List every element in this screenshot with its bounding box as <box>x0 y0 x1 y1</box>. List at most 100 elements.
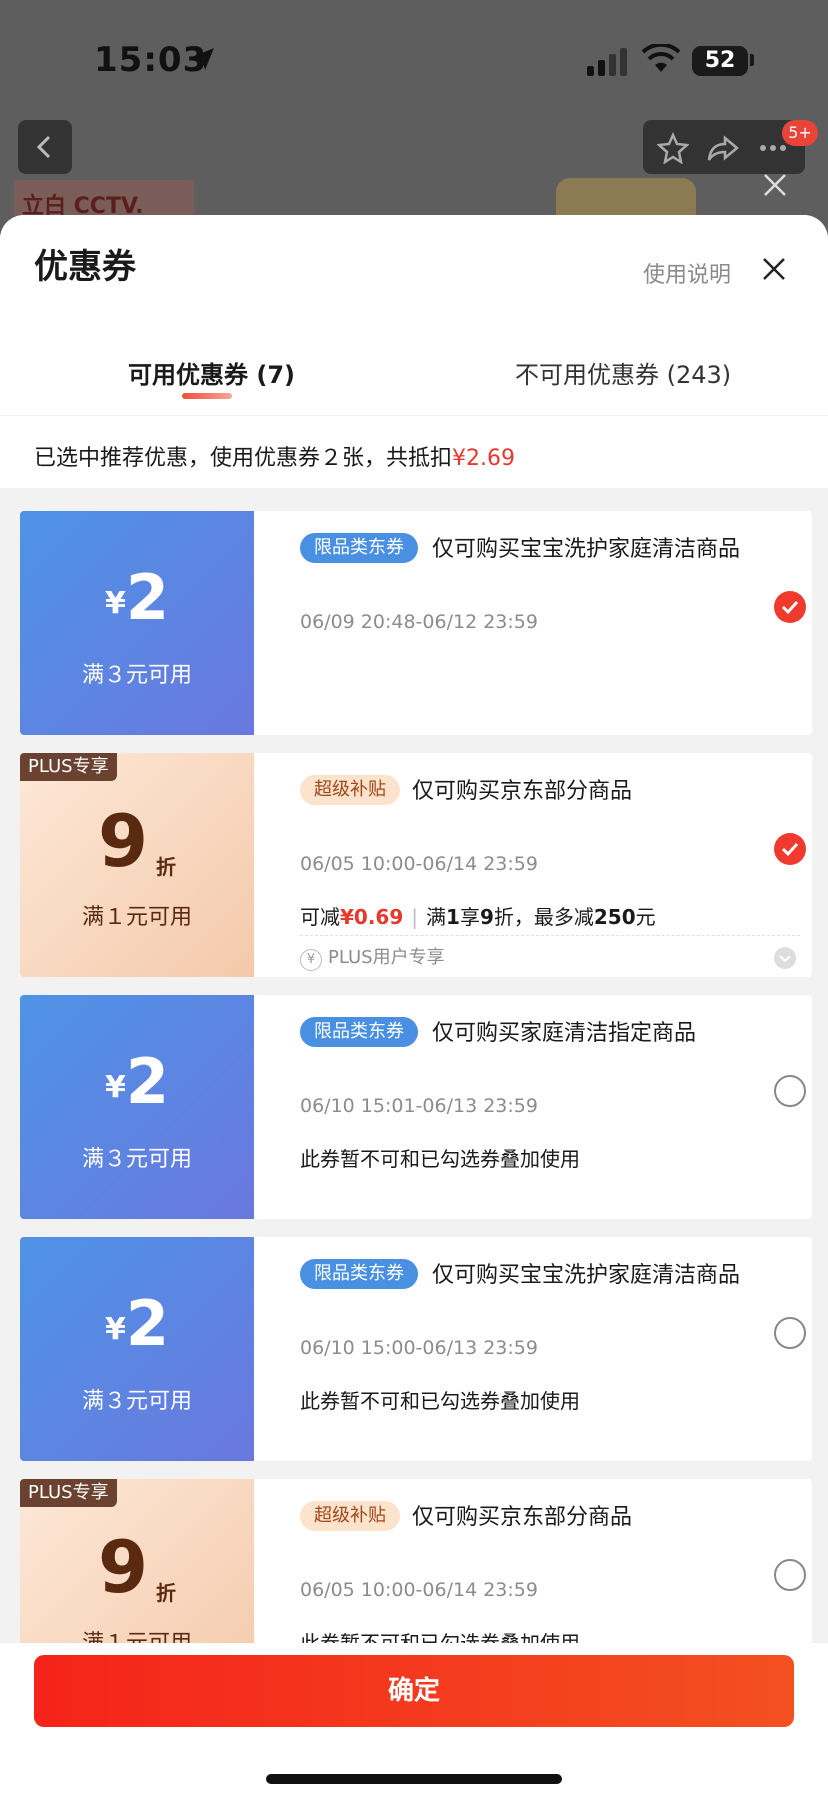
coupon-tag: 限品类东券 <box>300 1017 418 1047</box>
coupon-card[interactable]: ¥2 满３元可用 限品类东券 仅可购买宝宝洗护家庭清洁商品 06/09 20:4… <box>20 511 812 735</box>
coupon-tag: 超级补贴 <box>300 775 400 805</box>
coupon-validity: 06/05 10:00-06/14 23:59 <box>300 853 538 875</box>
coupon-value-panel: ¥2 满３元可用 <box>20 995 254 1219</box>
amount-value: 2 <box>125 1287 169 1360</box>
share-icon[interactable] <box>707 132 739 164</box>
coupon-details: 超级补贴 仅可购买京东部分商品 06/05 10:00-06/14 23:59 … <box>254 753 812 977</box>
discount-unit: 折 <box>156 1581 176 1605</box>
discount-value: 9 <box>98 1525 149 1609</box>
note-divider: | <box>411 905 419 929</box>
coupon-amount: ¥2 <box>20 1287 254 1360</box>
coupon-sheet: 优惠券 使用说明 可用优惠券 (7) 不可用优惠券 (243) 已选中推荐优惠，… <box>0 215 828 1800</box>
currency-symbol: ¥ <box>104 1312 126 1347</box>
check-icon <box>781 600 799 615</box>
coupon-checkbox-unchecked[interactable] <box>774 1075 806 1107</box>
note-prefix: 可减 <box>300 905 340 929</box>
coupon-card[interactable]: ¥2 满３元可用 限品类东券 仅可购买家庭清洁指定商品 06/10 15:01-… <box>20 995 812 1219</box>
coupon-description: 仅可购买家庭清洁指定商品 <box>432 1021 697 1046</box>
coupon-checkbox-unchecked[interactable] <box>774 1559 806 1591</box>
nav-actions <box>643 120 805 174</box>
note-part: 元 <box>635 905 656 929</box>
selection-summary: 已选中推荐优惠，使用优惠券２张，共抵扣¥2.69 <box>0 416 828 488</box>
coupon-threshold: 满３元可用 <box>81 663 192 688</box>
coupon-details: 限品类东券 仅可购买宝宝洗护家庭清洁商品 06/10 15:00-06/13 2… <box>254 1237 812 1461</box>
coupon-validity: 06/10 15:01-06/13 23:59 <box>300 1095 538 1117</box>
coupon-tag: 超级补贴 <box>300 1501 400 1531</box>
tab-available-coupons[interactable]: 可用优惠券 (7) <box>128 355 295 390</box>
coupon-description: 仅可购买宝宝洗护家庭清洁商品 <box>432 1263 741 1288</box>
coupon-description: 仅可购买京东部分商品 <box>412 779 633 804</box>
coupon-threshold: 满１元可用 <box>81 905 192 930</box>
currency-symbol: ¥ <box>104 586 126 621</box>
summary-amount: ¥2.69 <box>452 446 515 471</box>
coupon-description: 仅可购买京东部分商品 <box>412 1505 633 1530</box>
note-number: 1 <box>446 905 460 929</box>
amount-value: 2 <box>125 1045 169 1118</box>
plus-user-row: ¥ PLUS用户专享 <box>300 943 445 971</box>
expand-chevron-icon[interactable] <box>774 947 796 969</box>
coupon-threshold: 满３元可用 <box>81 1389 192 1414</box>
sheet-footer: 确定 <box>0 1643 828 1800</box>
active-tab-indicator <box>182 393 232 399</box>
coupon-value-panel: PLUS专享 9 折 满１元可用 <box>20 753 254 977</box>
discount-unit: 折 <box>156 855 176 879</box>
home-indicator <box>266 1774 562 1784</box>
divider <box>300 935 800 936</box>
coupon-details: 限品类东券 仅可购买家庭清洁指定商品 06/10 15:01-06/13 23:… <box>254 995 812 1219</box>
note-number: 250 <box>593 905 636 929</box>
check-icon <box>781 842 799 857</box>
coupon-savings-note: 可减¥0.69 | 满1享9折，最多减250元 <box>300 901 656 930</box>
status-bar: 15:03 52 <box>0 0 828 110</box>
yen-circle-icon: ¥ <box>300 949 322 971</box>
coupon-validity: 06/09 20:48-06/12 23:59 <box>300 611 538 633</box>
chevron-down-icon <box>779 955 791 963</box>
coupon-card[interactable]: ¥2 满３元可用 限品类东券 仅可购买宝宝洗护家庭清洁商品 06/10 15:0… <box>20 1237 812 1461</box>
coupon-validity: 06/05 10:00-06/14 23:59 <box>300 1579 538 1601</box>
wifi-icon <box>641 44 681 72</box>
cellular-signal-icon <box>587 48 627 76</box>
note-part: 满 <box>426 905 447 929</box>
tab-unavailable-coupons[interactable]: 不可用优惠券 (243) <box>515 355 731 390</box>
coupon-amount: ¥2 <box>20 1045 254 1118</box>
coupon-checkbox-checked[interactable] <box>774 833 806 865</box>
note-part: 折，最多减 <box>493 905 594 929</box>
coupon-value-panel: ¥2 满３元可用 <box>20 511 254 735</box>
coupon-card[interactable]: PLUS专享 9 折 满１元可用 超级补贴 仅可购买京东部分商品 06/05 1… <box>20 753 812 977</box>
currency-symbol: ¥ <box>104 1070 126 1105</box>
coupon-description: 仅可购买宝宝洗护家庭清洁商品 <box>432 537 741 562</box>
plus-user-label: PLUS用户专享 <box>328 947 445 968</box>
coupon-tag: 限品类东券 <box>300 1259 418 1289</box>
note-part: 享 <box>459 905 480 929</box>
battery-tip <box>750 54 754 66</box>
back-button[interactable] <box>18 120 72 174</box>
coupon-tag: 限品类东券 <box>300 533 418 563</box>
savings-amount: ¥0.69 <box>340 905 404 929</box>
coupon-validity: 06/10 15:00-06/13 23:59 <box>300 1337 538 1359</box>
plus-exclusive-badge: PLUS专享 <box>20 1479 117 1507</box>
usage-instructions-link[interactable]: 使用说明 <box>643 257 731 289</box>
coupon-details: 限品类东券 仅可购买宝宝洗护家庭清洁商品 06/09 20:48-06/12 2… <box>254 511 812 735</box>
coupon-value-panel: ¥2 满３元可用 <box>20 1237 254 1461</box>
scallop-edge <box>20 753 26 977</box>
close-icon[interactable] <box>762 172 788 198</box>
note-number: 9 <box>479 905 494 929</box>
notification-badge: 5+ <box>782 120 818 146</box>
coupon-note: 此券暂不可和已勾选券叠加使用 <box>300 1389 580 1413</box>
confirm-button[interactable]: 确定 <box>34 1655 794 1727</box>
coupon-checkbox-checked[interactable] <box>774 591 806 623</box>
coupon-note: 此券暂不可和已勾选券叠加使用 <box>300 1147 580 1171</box>
sheet-title: 优惠券 <box>34 247 136 287</box>
coupon-amount: ¥2 <box>20 561 254 634</box>
chevron-left-icon <box>36 135 51 159</box>
location-arrow-icon <box>192 48 214 70</box>
amount-value: 2 <box>125 561 169 634</box>
sheet-header: 优惠券 使用说明 可用优惠券 (7) 不可用优惠券 (243) <box>0 215 828 415</box>
battery-indicator: 52 <box>692 46 748 76</box>
plus-exclusive-badge: PLUS专享 <box>20 753 117 781</box>
coupon-checkbox-unchecked[interactable] <box>774 1317 806 1349</box>
discount-value: 9 <box>98 799 149 883</box>
summary-text: 已选中推荐优惠，使用优惠券２张，共抵扣 <box>34 446 453 471</box>
close-icon[interactable] <box>758 253 790 285</box>
star-icon[interactable] <box>657 132 689 164</box>
coupon-threshold: 满３元可用 <box>81 1147 192 1172</box>
